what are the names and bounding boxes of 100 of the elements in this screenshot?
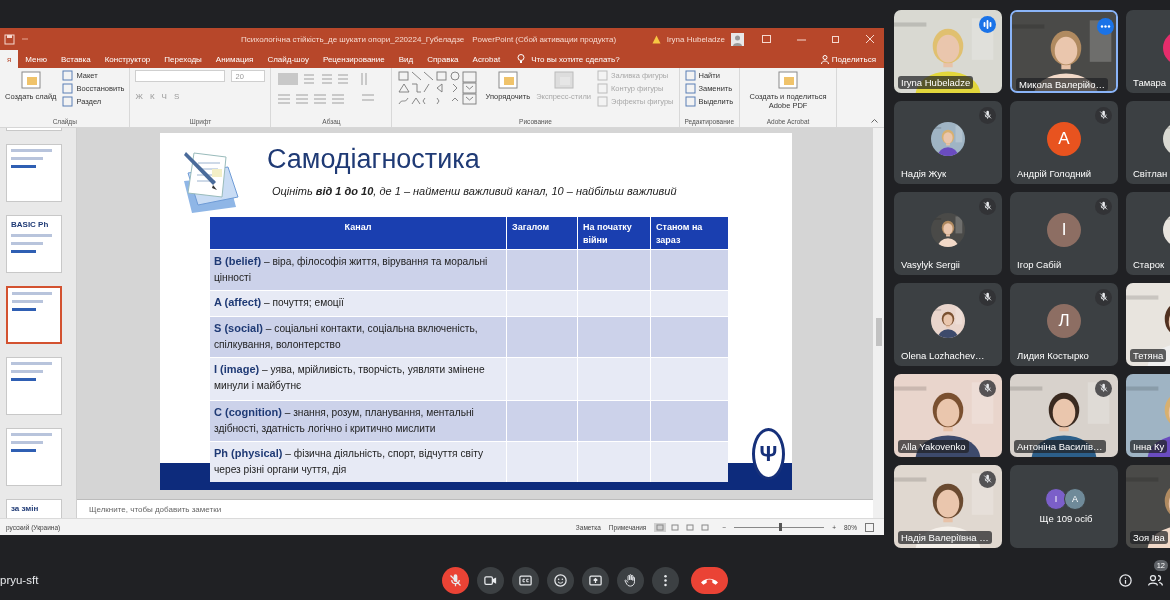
participant-tile[interactable]: Alla Yakovenko [894, 374, 1002, 457]
participant-tile[interactable]: Тамара [1126, 10, 1170, 93]
captions-button[interactable] [512, 566, 539, 594]
table-cell [578, 401, 650, 441]
participant-name: Інна Ку [1130, 440, 1168, 453]
ribbon-tab[interactable]: Acrobat [465, 50, 508, 68]
raise-hand-button[interactable] [617, 566, 644, 594]
participant-name: Alla Yakovenko [898, 440, 969, 453]
slide-thumbnail[interactable] [6, 144, 62, 202]
participant-tile[interactable]: І А Ще 109 осіб [1010, 465, 1118, 548]
participant-name: Тетяна [1130, 349, 1167, 362]
emoji-icon [553, 572, 568, 588]
shapes-gallery-drawing[interactable] [397, 70, 480, 108]
participant-name: Iryna Hubeladze [898, 76, 974, 89]
tell-me-search[interactable]: Что вы хотите сделать? [529, 50, 627, 68]
captions-icon [518, 572, 533, 588]
square-icon [597, 70, 608, 81]
slide-thumbnail[interactable] [6, 357, 62, 415]
microphone-button[interactable] [442, 566, 469, 594]
participant-name: Андрій Голодний [1016, 167, 1093, 180]
participant-tile[interactable]: А Андрій Голодний [1010, 101, 1118, 184]
info-icon[interactable] [1118, 572, 1133, 588]
slide-thumbnail[interactable] [6, 428, 62, 486]
avatar: А [1047, 121, 1081, 156]
restore-icon[interactable] [832, 35, 840, 43]
column-header: Загалом [507, 217, 577, 249]
participant-name: Лидия Костырко [1016, 349, 1090, 362]
slide-thumbnail[interactable] [6, 286, 62, 344]
slide-title: Самодіагностика [267, 143, 481, 176]
participant-name: Микола Валерійо… [1016, 78, 1108, 91]
participant-tile[interactable]: Інна Ку [1126, 374, 1170, 457]
close-icon[interactable] [866, 35, 874, 43]
scrollbar-thumb[interactable] [875, 318, 882, 346]
end-call-button[interactable] [691, 566, 728, 594]
emoji-button[interactable] [547, 566, 574, 594]
muted-mic-icon [448, 572, 463, 588]
participant-tile[interactable]: Микола Валерійо… [1010, 10, 1118, 93]
table-cell: S (social) – соціальні контакти, соціальна включеність, спілкування, волонтерство [210, 317, 506, 357]
table-cell [578, 317, 650, 357]
ribbon-tab[interactable]: Слайд-шоу [260, 50, 316, 68]
ribbon-tab[interactable]: Конструктор [97, 50, 158, 68]
participant-tile[interactable]: Olena Lozhachev… [894, 283, 1002, 366]
participant-name: Vasylyk Sergii [900, 258, 961, 271]
table-cell [578, 358, 650, 400]
table-cell [507, 250, 577, 290]
font-name-field[interactable] [135, 70, 226, 82]
camera-button[interactable] [477, 566, 504, 594]
ribbon-tab[interactable]: Вид [391, 50, 421, 68]
person-icon [820, 54, 829, 64]
table-cell [507, 401, 577, 441]
fit-slide-icon[interactable] [865, 522, 874, 532]
participant-tile[interactable]: Старок [1126, 192, 1170, 275]
participant-tile[interactable]: І Ігор Сабій [1010, 192, 1118, 275]
participant-tile[interactable]: Л Лидия Костырко [1010, 283, 1118, 366]
ribbon-tab[interactable]: Рецензирование [315, 50, 392, 68]
participant-tile[interactable]: Антоніна Василів… [1010, 374, 1118, 457]
participant-tile[interactable]: Надія Жук [894, 101, 1002, 184]
notes-placeholder[interactable]: Щелкните, чтобы добавить заметки [89, 504, 222, 514]
slide-thumbnail[interactable]: за змін [6, 499, 62, 518]
more-options-button[interactable] [1097, 18, 1114, 35]
slide-thumbnail[interactable]: BASIC Ph [6, 215, 62, 273]
square-icon [597, 96, 608, 107]
present-icon [588, 572, 603, 588]
square-icon [62, 96, 74, 107]
participant-tile[interactable]: Надія Валеріївна … [894, 465, 1002, 548]
participant-tile[interactable]: Зоя Іва [1126, 465, 1170, 548]
table-cell: I (image) – уява, мрійливість, творчість, уявляти змінене минули і майбутнє [210, 358, 506, 400]
participant-tile[interactable]: Тетяна [1126, 283, 1170, 366]
participant-tile[interactable]: Vasylyk Sergii [894, 192, 1002, 275]
participant-tile[interactable]: Світлан [1126, 101, 1170, 184]
ribbon-display-icon[interactable] [762, 35, 771, 43]
avatar: І [1045, 487, 1067, 510]
table-cell [578, 291, 650, 316]
participant-name: Ще 109 осіб [1039, 513, 1093, 526]
square-icon [684, 96, 696, 107]
table-cell [507, 358, 577, 400]
ribbon-tab[interactable]: Вставка [53, 50, 98, 68]
user-avatar-icon[interactable] [731, 32, 744, 46]
ribbon-tab[interactable]: Переходы [157, 50, 209, 68]
present-button[interactable] [582, 566, 609, 594]
ribbon-tab[interactable]: я [0, 50, 19, 68]
app-title: PowerPoint (Сбой активации продукта) [472, 34, 617, 44]
slide-subtitle: Оцініть від 1 до 10, де 1 – найменш важливий канал, 10 – найбільш важливий [272, 185, 677, 197]
save-icon[interactable] [4, 33, 15, 45]
collapse-ribbon-icon[interactable] [871, 118, 878, 123]
user-name: Iryna Hubeladze [666, 34, 725, 44]
square-icon [684, 83, 696, 94]
ribbon-tab[interactable]: Справка [420, 50, 466, 68]
zoom-slider-thumb[interactable] [779, 523, 783, 531]
avatar: А [1064, 487, 1086, 510]
participant-name: Надія Жук [900, 167, 948, 180]
meeting-code: pryu-sft [0, 574, 40, 586]
participant-name: Антоніна Василів… [1014, 440, 1106, 453]
more-options-button[interactable] [652, 566, 679, 594]
share-button[interactable]: Поделиться [813, 50, 884, 68]
participant-tile[interactable]: Iryna Hubeladze [894, 10, 1002, 93]
ribbon-tab[interactable]: Меню [18, 50, 54, 68]
square-icon [597, 83, 608, 94]
participant-name: Надія Валеріївна … [898, 531, 992, 544]
ribbon-tab[interactable]: Анимация [208, 50, 261, 68]
